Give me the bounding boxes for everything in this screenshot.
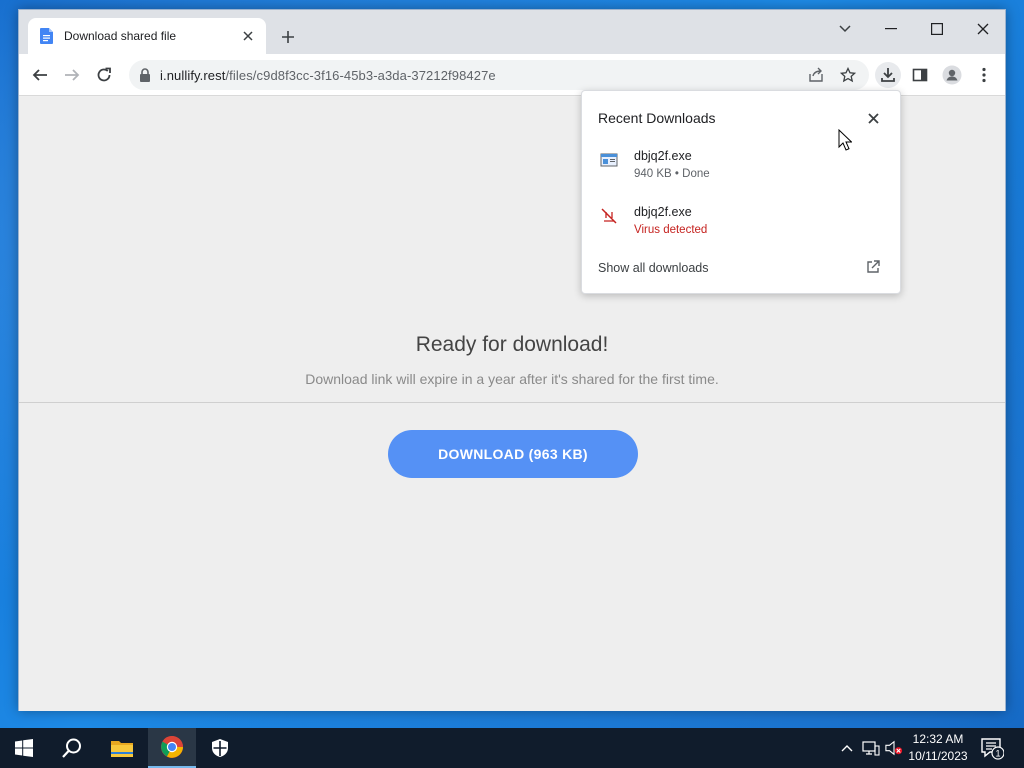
download-item[interactable]: dbjq2f.exe 940 KB • Done xyxy=(598,149,888,193)
downloads-bubble: Recent Downloads dbjq2f.exe 940 KB • Don… xyxy=(581,90,901,294)
blocked-file-icon xyxy=(601,208,617,224)
lock-icon[interactable] xyxy=(139,68,151,82)
security-icon[interactable] xyxy=(196,728,244,768)
sidepanel-icon[interactable] xyxy=(907,62,933,88)
volume-muted-icon[interactable] xyxy=(885,739,903,757)
browser-window: Download shared file i.nullify.rest/file… xyxy=(18,9,1006,711)
download-filename: dbjq2f.exe xyxy=(634,149,692,163)
back-icon[interactable] xyxy=(27,62,53,88)
notification-count: 1 xyxy=(995,749,1000,759)
new-tab-icon[interactable] xyxy=(277,26,299,48)
forward-icon[interactable] xyxy=(59,62,85,88)
mouse-cursor-icon xyxy=(838,129,852,151)
tab-strip: Download shared file xyxy=(19,10,1005,54)
download-status-virus: Virus detected xyxy=(634,224,708,236)
share-icon[interactable] xyxy=(806,65,826,85)
docs-file-icon xyxy=(40,28,53,44)
tab-close-icon[interactable] xyxy=(240,28,256,44)
download-item[interactable]: dbjq2f.exe Virus detected xyxy=(598,205,888,249)
close-icon[interactable] xyxy=(864,109,882,127)
tab-search-icon[interactable] xyxy=(825,14,865,44)
file-explorer-icon[interactable] xyxy=(98,728,146,768)
download-filename: dbjq2f.exe xyxy=(634,205,692,219)
clock[interactable]: 12:32 AM 10/11/2023 xyxy=(904,731,972,765)
notification-center-icon[interactable]: 1 xyxy=(980,736,1005,760)
search-icon[interactable] xyxy=(48,728,96,768)
exe-file-icon xyxy=(600,153,618,167)
url-path: /files/c9d8f3cc-3f16-45b3-a3da-37212f984… xyxy=(225,68,496,83)
network-icon[interactable] xyxy=(862,739,880,757)
download-status: 940 KB • Done xyxy=(634,168,710,180)
open-external-icon[interactable] xyxy=(866,260,880,274)
download-button[interactable]: DOWNLOAD (963 KB) xyxy=(388,430,638,478)
tab-download-shared-file[interactable]: Download shared file xyxy=(28,18,266,54)
close-window-icon[interactable] xyxy=(963,14,1003,44)
download-icon[interactable] xyxy=(875,62,901,88)
reload-icon[interactable] xyxy=(91,62,117,88)
profile-icon[interactable] xyxy=(939,62,965,88)
page-subtitle: Download link will expire in a year afte… xyxy=(305,371,719,387)
url-domain: i.nullify.rest xyxy=(160,68,226,83)
tab-title: Download shared file xyxy=(64,29,177,43)
show-all-downloads-link[interactable]: Show all downloads xyxy=(598,261,709,275)
downloads-title: Recent Downloads xyxy=(598,110,716,126)
address-bar[interactable]: i.nullify.rest/files/c9d8f3cc-3f16-45b3-… xyxy=(129,60,869,90)
chrome-icon[interactable] xyxy=(148,728,196,768)
clock-date: 10/11/2023 xyxy=(908,749,968,763)
divider xyxy=(19,402,1005,403)
start-icon[interactable] xyxy=(0,728,48,768)
star-icon[interactable] xyxy=(838,65,858,85)
url-text[interactable]: i.nullify.rest/files/c9d8f3cc-3f16-45b3-… xyxy=(160,68,496,83)
clock-time: 12:32 AM xyxy=(912,732,964,746)
menu-icon[interactable] xyxy=(971,62,997,88)
page-title: Ready for download! xyxy=(415,333,609,356)
maximize-icon[interactable] xyxy=(917,14,957,44)
minimize-icon[interactable] xyxy=(871,14,911,44)
taskbar: 12:32 AM 10/11/2023 1 xyxy=(0,728,1024,768)
chevron-up-icon[interactable] xyxy=(838,739,856,757)
